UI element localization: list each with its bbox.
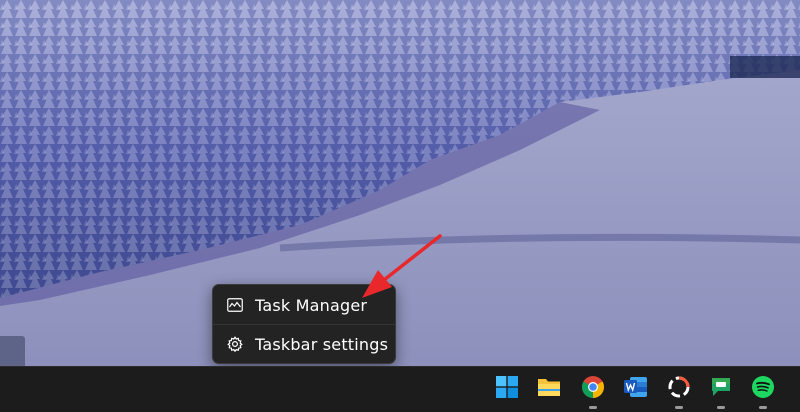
taskbar-app-chat[interactable] — [705, 373, 737, 409]
taskbar-app-chrome[interactable] — [577, 373, 609, 409]
spotify-icon — [751, 375, 775, 403]
word-icon — [624, 376, 648, 402]
taskbar-app-word[interactable] — [620, 373, 652, 405]
windows-start-icon — [496, 376, 518, 402]
chrome-icon — [581, 375, 605, 403]
taskbar — [0, 366, 800, 412]
taskbar-app-recorder[interactable] — [663, 373, 695, 409]
taskbar-app-file-explorer[interactable] — [533, 373, 565, 405]
menu-separator — [213, 324, 395, 325]
menu-item-label: Task Manager — [255, 295, 368, 315]
menu-item-label: Taskbar settings — [255, 334, 389, 354]
taskbar-app-start[interactable] — [491, 373, 523, 405]
gear-icon — [226, 335, 244, 353]
running-indicator — [759, 406, 767, 409]
running-indicator — [589, 406, 597, 409]
wallpaper-image — [0, 0, 800, 366]
recorder-icon — [667, 375, 691, 403]
running-indicator — [675, 406, 683, 409]
running-indicator — [717, 406, 725, 409]
chat-icon — [709, 375, 733, 403]
task-manager-icon — [226, 296, 244, 314]
taskbar-context-menu: Task Manager Taskbar settings — [212, 284, 396, 364]
desktop-wallpaper — [0, 0, 800, 366]
menu-item-task-manager[interactable]: Task Manager — [217, 288, 391, 322]
taskbar-app-spotify[interactable] — [747, 373, 779, 409]
file-explorer-icon — [537, 376, 561, 402]
menu-item-taskbar-settings[interactable]: Taskbar settings — [217, 327, 391, 361]
partial-window-edge[interactable] — [0, 336, 25, 366]
